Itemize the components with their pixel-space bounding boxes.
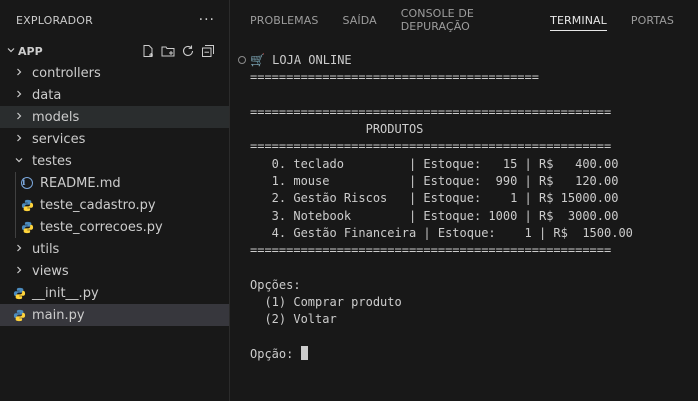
- terminal-line: PRODUTOS: [250, 122, 424, 137]
- tab-terminal[interactable]: TERMINAL: [550, 0, 607, 40]
- terminal-line: 4. Gestão Financeira | Estoque: 1 | R$ 1…: [250, 225, 633, 240]
- panel-tabs: PROBLEMAS SAÍDA CONSOLE DE DEPURAÇÃO TER…: [230, 0, 698, 40]
- terminal-line: 0. teclado | Estoque: 15 | R$ 400.00: [250, 156, 619, 171]
- folder-controllers[interactable]: controllers: [0, 62, 229, 84]
- folder-testes[interactable]: testes: [0, 150, 229, 172]
- file-teste-cadastro[interactable]: teste_cadastro.py: [0, 194, 229, 216]
- file-main[interactable]: main.py: [0, 304, 229, 326]
- folder-utils[interactable]: utils: [0, 238, 229, 260]
- chevron-down-icon: [4, 45, 18, 58]
- tab-debug-console[interactable]: CONSOLE DE DEPURAÇÃO: [401, 0, 526, 40]
- terminal-prompt: Opção:: [250, 347, 301, 362]
- tab-ports[interactable]: PORTAS: [631, 0, 674, 40]
- terminal-prompt-line[interactable]: Opção:: [250, 346, 698, 363]
- tree-item-label: utils: [32, 241, 60, 257]
- python-icon: [12, 308, 26, 322]
- explorer-header: EXPLORADOR ···: [0, 0, 229, 40]
- tree-item-label: __init__.py: [32, 285, 99, 301]
- tree-item-label: teste_correcoes.py: [40, 219, 163, 235]
- explorer-title: EXPLORADOR: [16, 13, 94, 27]
- tab-problems[interactable]: PROBLEMAS: [250, 0, 318, 40]
- terminal-line: (2) Voltar: [250, 312, 337, 327]
- python-icon: [20, 220, 34, 234]
- explorer-actions: [141, 44, 229, 58]
- tree-item-label: teste_cadastro.py: [40, 197, 156, 213]
- tree-item-label: models: [32, 109, 80, 125]
- folder-services[interactable]: services: [0, 128, 229, 150]
- tree-item-label: controllers: [32, 65, 101, 81]
- tree-item-label: testes: [32, 153, 72, 169]
- tree-item-label: data: [32, 87, 62, 103]
- terminal-line: Opções:: [250, 277, 301, 292]
- python-icon: [20, 198, 34, 212]
- bottom-panel: PROBLEMAS SAÍDA CONSOLE DE DEPURAÇÃO TER…: [230, 0, 698, 401]
- file-teste-correcoes[interactable]: teste_correcoes.py: [0, 216, 229, 238]
- chevron-right-icon: [12, 89, 26, 102]
- folder-root-app[interactable]: APP: [0, 40, 229, 62]
- tree-item-label: views: [32, 263, 69, 279]
- chevron-right-icon: [12, 133, 26, 146]
- terminal-line: ========================================: [250, 70, 539, 85]
- chevron-right-icon: [12, 243, 26, 256]
- indent-guide: [15, 172, 16, 194]
- terminal-line: 🛒 LOJA ONLINE: [250, 53, 352, 67]
- file-readme[interactable]: i README.md: [0, 172, 229, 194]
- chevron-right-icon: [12, 265, 26, 278]
- terminal-line: ========================================…: [250, 139, 612, 154]
- indent-guide: [15, 194, 16, 216]
- folder-views[interactable]: views: [0, 260, 229, 282]
- indent-guide: [15, 216, 16, 238]
- terminal-line: ========================================…: [250, 104, 612, 119]
- new-file-icon[interactable]: [141, 44, 155, 58]
- terminal-cursor: [300, 346, 308, 361]
- tree-item-label: README.md: [40, 175, 121, 191]
- chevron-down-icon: [12, 155, 26, 168]
- tree-item-label: services: [32, 131, 86, 147]
- info-icon: i: [20, 176, 34, 190]
- refresh-icon[interactable]: [181, 44, 195, 58]
- collapse-all-icon[interactable]: [201, 44, 215, 58]
- python-icon: [12, 286, 26, 300]
- folder-root-label: APP: [18, 44, 43, 58]
- chevron-right-icon: [12, 67, 26, 80]
- more-actions-icon[interactable]: ···: [199, 12, 215, 28]
- file-init[interactable]: __init__.py: [0, 282, 229, 304]
- new-folder-icon[interactable]: [161, 44, 175, 58]
- terminal-line: ========================================…: [250, 243, 612, 258]
- terminal-output[interactable]: 🛒 LOJA ONLINE ==========================…: [250, 52, 698, 363]
- terminal-line: 3. Notebook | Estoque: 1000 | R$ 3000.00: [250, 208, 619, 223]
- terminal-line: 1. mouse | Estoque: 990 | R$ 120.00: [250, 174, 619, 189]
- terminal-line: 2. Gestão Riscos | Estoque: 1 | R$ 15000…: [250, 191, 619, 206]
- tab-output[interactable]: SAÍDA: [342, 0, 376, 40]
- explorer-sidebar: EXPLORADOR ··· APP controllers data mode…: [0, 0, 230, 401]
- chevron-right-icon: [12, 111, 26, 124]
- terminal-line: (1) Comprar produto: [250, 295, 402, 310]
- command-decoration-icon[interactable]: [238, 56, 246, 64]
- folder-data[interactable]: data: [0, 84, 229, 106]
- folder-models[interactable]: models: [0, 106, 229, 128]
- tree-item-label: main.py: [32, 307, 85, 323]
